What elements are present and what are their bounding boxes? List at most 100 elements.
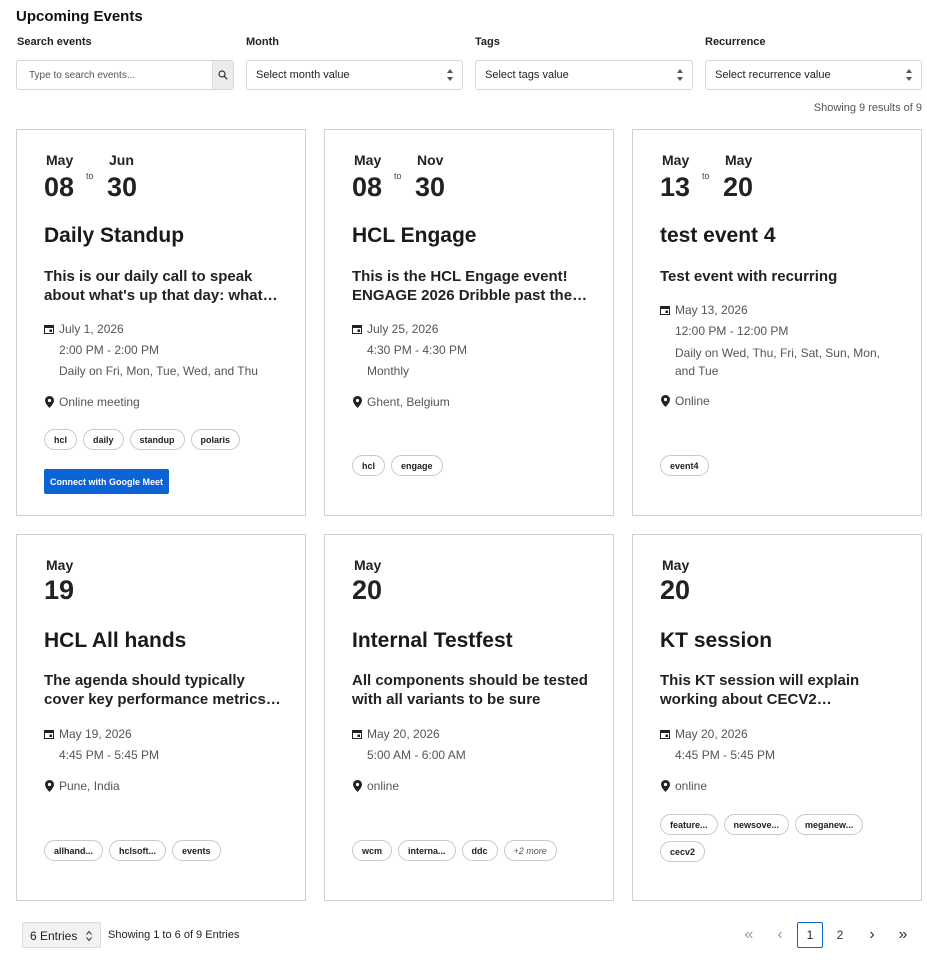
- tag-chip[interactable]: feature...: [660, 814, 718, 835]
- month-select[interactable]: Select month value: [246, 60, 463, 90]
- more-tags-chip[interactable]: +2 more: [503, 840, 557, 861]
- event-card[interactable]: May 20 KT session This KT session will e…: [632, 534, 922, 901]
- end-month: Nov: [417, 152, 444, 168]
- location-pin-icon: [353, 780, 362, 792]
- sort-arrows-icon: [677, 69, 683, 81]
- start-day: 19: [44, 575, 75, 605]
- tag-chip[interactable]: hcl: [44, 429, 78, 450]
- tag-chip[interactable]: interna...: [398, 840, 456, 861]
- calendar-icon: [660, 730, 670, 739]
- sort-arrows-icon: [86, 930, 92, 942]
- event-description: This is the HCL Engage event! ENGAGE 202…: [352, 268, 573, 304]
- event-title[interactable]: test event 4: [660, 224, 776, 248]
- google-meet-button[interactable]: Connect with Google Meet: [44, 469, 170, 494]
- event-location: Ghent, Belgium: [352, 394, 450, 410]
- last-page-button[interactable]: »: [890, 922, 916, 948]
- event-card[interactable]: May 20 Internal Testfest All components …: [324, 534, 614, 901]
- event-description: This KT session will explain working abo…: [660, 672, 860, 708]
- event-location: Pune, India: [44, 778, 120, 794]
- calendar-icon: [44, 730, 54, 739]
- recurrence-select[interactable]: Select recurrence value: [705, 60, 922, 90]
- event-schedule: May 19, 2026 4:45 PM - 5:45 PM: [44, 724, 294, 766]
- tag-chip[interactable]: polaris: [190, 429, 241, 450]
- tag-chip[interactable]: events: [172, 840, 221, 861]
- event-title[interactable]: HCL Engage: [352, 224, 476, 248]
- location-pin-icon: [661, 780, 670, 792]
- event-card[interactable]: May 08 to Jun 30 Daily Standup This is o…: [16, 129, 306, 516]
- page-2-button[interactable]: 2: [827, 922, 853, 948]
- end-month: Jun: [109, 152, 134, 168]
- event-schedule: July 1, 2026 2:00 PM - 2:00 PM Daily on …: [44, 319, 294, 382]
- event-recurrence: Daily on Wed, Thu, Fri, Sat, Sun, Mon, a…: [675, 346, 880, 378]
- event-description: Test event with recurring: [660, 268, 838, 285]
- entries-per-page-select[interactable]: 6 Entries: [22, 922, 101, 948]
- location-text: Online meeting: [59, 395, 140, 409]
- start-month: May: [354, 152, 382, 168]
- event-date: May 20, 2026: [367, 727, 440, 741]
- event-location: Online meeting: [44, 394, 140, 410]
- calendar-icon: [352, 730, 362, 739]
- tag-list: wcm interna... ddc +2 more: [352, 840, 612, 861]
- tag-chip[interactable]: hclsoft...: [109, 840, 167, 861]
- end-month: May: [725, 152, 753, 168]
- event-date: May 13, 2026: [675, 303, 748, 317]
- search-button[interactable]: [212, 61, 233, 89]
- prev-page-button[interactable]: ‹: [767, 922, 793, 948]
- calendar-icon: [352, 325, 362, 334]
- event-title[interactable]: Daily Standup: [44, 224, 184, 248]
- location-text: online: [367, 779, 400, 793]
- sort-arrows-icon: [447, 69, 453, 81]
- tag-chip[interactable]: ddc: [461, 840, 498, 861]
- event-recurrence: Monthly: [367, 364, 410, 378]
- tag-chip[interactable]: cecv2: [660, 841, 706, 862]
- tag-chip[interactable]: hcl: [352, 455, 386, 476]
- sort-arrows-icon: [906, 69, 912, 81]
- tag-chip[interactable]: newsove...: [723, 814, 790, 835]
- calendar-icon: [44, 325, 54, 334]
- event-card[interactable]: May 08 to Nov 30 HCL Engage This is the …: [324, 129, 614, 516]
- tag-chip[interactable]: allhand...: [44, 840, 104, 861]
- start-day: 20: [660, 575, 691, 605]
- event-location: online: [352, 778, 399, 794]
- date-separator: to: [394, 171, 402, 181]
- event-title[interactable]: Internal Testfest: [352, 629, 513, 653]
- event-date: July 1, 2026: [59, 322, 124, 336]
- event-card[interactable]: May 19 HCL All hands The agenda should t…: [16, 534, 306, 901]
- page-1-button[interactable]: 1: [797, 922, 823, 948]
- next-page-button[interactable]: ›: [859, 922, 885, 948]
- search-icon: [218, 70, 228, 80]
- event-time: 4:30 PM - 4:30 PM: [367, 343, 468, 357]
- search-input[interactable]: [17, 61, 213, 89]
- event-location: online: [660, 778, 707, 794]
- tag-chip[interactable]: daily: [83, 429, 124, 450]
- tag-chip[interactable]: engage: [391, 455, 443, 476]
- tag-chip[interactable]: wcm: [352, 840, 393, 861]
- entries-select-value: 6 Entries: [30, 929, 78, 943]
- location-text: online: [675, 779, 708, 793]
- first-page-button[interactable]: «: [736, 922, 762, 948]
- date-separator: to: [702, 171, 710, 181]
- search-box: [16, 60, 234, 90]
- event-card[interactable]: May 13 to May 20 test event 4 Test event…: [632, 129, 922, 516]
- tag-chip[interactable]: event4: [660, 455, 709, 476]
- start-month: May: [662, 557, 690, 573]
- event-time: 2:00 PM - 2:00 PM: [59, 343, 160, 357]
- end-day: 30: [415, 172, 446, 202]
- event-title[interactable]: KT session: [660, 629, 772, 653]
- start-month: May: [662, 152, 690, 168]
- event-description: All components should be tested with all…: [352, 672, 588, 708]
- start-month: May: [46, 557, 74, 573]
- end-day: 30: [107, 172, 138, 202]
- month-select-value: Select month value: [256, 69, 350, 81]
- calendar-icon: [660, 306, 670, 315]
- tag-list: hcl engage: [352, 455, 612, 476]
- end-day: 20: [723, 172, 754, 202]
- start-day: 20: [352, 575, 383, 605]
- tag-list: event4: [660, 455, 920, 476]
- event-location: Online: [660, 393, 710, 409]
- tag-chip[interactable]: meganew...: [795, 814, 864, 835]
- tag-chip[interactable]: standup: [129, 429, 185, 450]
- event-title[interactable]: HCL All hands: [44, 629, 186, 653]
- event-date: July 25, 2026: [367, 322, 439, 336]
- tags-select[interactable]: Select tags value: [475, 60, 693, 90]
